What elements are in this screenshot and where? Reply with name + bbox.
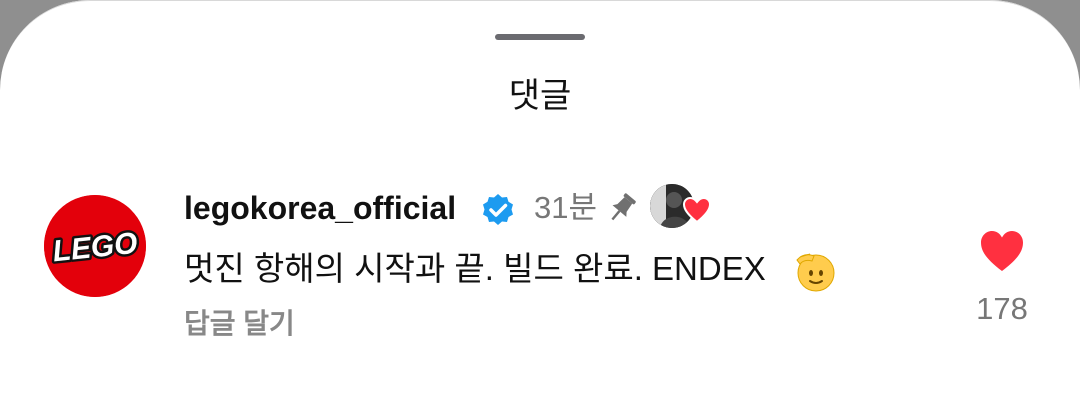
like-heart-icon[interactable] — [978, 228, 1026, 274]
creator-heart-icon — [682, 196, 712, 224]
verified-badge-icon — [483, 194, 513, 225]
comment-username[interactable]: legokorea_official — [184, 188, 456, 228]
reply-button[interactable]: 답글 달기 — [184, 306, 295, 342]
pin-icon — [611, 193, 636, 221]
avatar[interactable]: LEGO — [44, 195, 146, 297]
sheet-drag-handle[interactable] — [495, 34, 585, 40]
comment-timestamp: 31분 — [534, 190, 598, 225]
sheet-title: 댓글 — [508, 77, 572, 115]
saluting-face-emoji — [796, 253, 835, 292]
lego-logo: LEGO — [44, 195, 146, 297]
comments-sheet: 댓글 LEGO legokorea_official 31분 멋진 항해의 시작… — [0, 0, 1080, 405]
comment-text: 멋진 항해의 시작과 끝. 빌드 완료. ENDEX — [184, 250, 766, 287]
like-count: 178 — [976, 291, 1028, 326]
